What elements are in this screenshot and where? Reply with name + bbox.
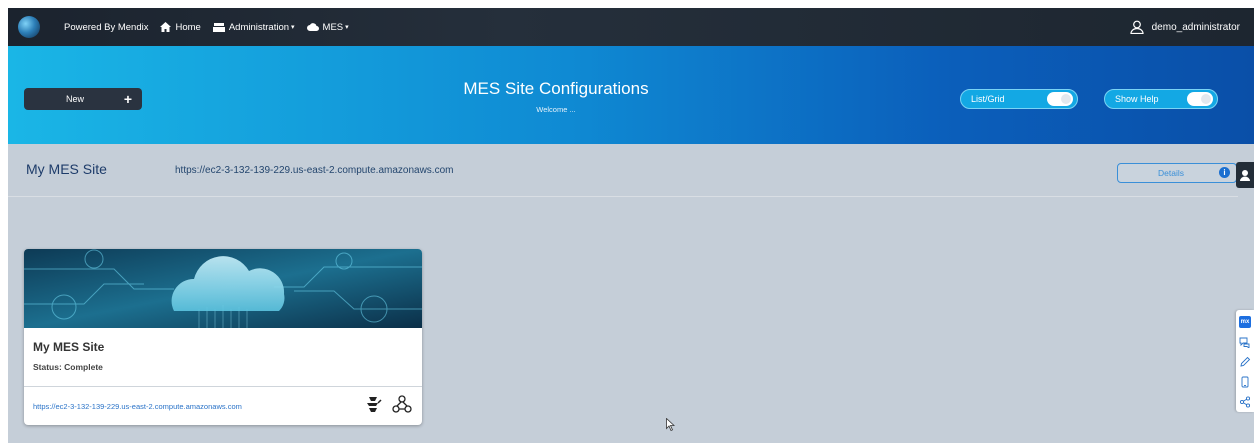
side-user-panel-tab[interactable]	[1236, 162, 1254, 188]
administration-icon	[212, 22, 225, 32]
nav-home-label: Home	[175, 21, 201, 33]
details-button[interactable]: Details i	[1117, 163, 1237, 183]
app-frame: Powered By Mendix Home Administration ▾ …	[8, 8, 1254, 443]
list-grid-toggle-label: List/Grid	[971, 94, 1005, 104]
mendix-tool-strip: mx	[1236, 310, 1254, 412]
page-subtitle: Welcome ...	[536, 105, 576, 114]
site-name: My MES Site	[26, 161, 107, 177]
powered-by-label: Powered By Mendix	[64, 21, 149, 33]
list-grid-toggle[interactable]: List/Grid	[960, 89, 1078, 109]
user-icon	[1130, 20, 1144, 34]
mx-logo-icon[interactable]: mx	[1239, 316, 1251, 328]
nav-administration-label: Administration	[228, 21, 290, 33]
show-help-toggle-label: Show Help	[1115, 94, 1159, 104]
chat-icon[interactable]	[1239, 336, 1251, 348]
network-topology-icon[interactable]	[392, 395, 412, 413]
page-title: MES Site Configurations	[463, 79, 649, 98]
nav-administration[interactable]: Administration ▾	[212, 21, 295, 33]
share-icon[interactable]	[1239, 396, 1251, 408]
site-url: https://ec2-3-132-139-229.us-east-2.comp…	[175, 165, 454, 176]
card-title: My MES Site	[33, 340, 105, 354]
site-card[interactable]: My MES Site Status: Complete https://ec2…	[24, 249, 422, 425]
user-icon	[1240, 170, 1250, 181]
home-icon	[160, 22, 172, 32]
nav-mes-label: MES	[322, 21, 344, 33]
user-name: demo_administrator	[1151, 21, 1240, 33]
card-divider	[24, 386, 422, 387]
show-help-toggle[interactable]: Show Help	[1104, 89, 1218, 109]
top-navbar: Powered By Mendix Home Administration ▾ …	[8, 8, 1254, 46]
page-header-banner: New + MES Site Configurations Welcome ..…	[8, 46, 1254, 144]
chevron-down-icon: ▾	[291, 24, 295, 31]
info-icon: i	[1219, 167, 1230, 178]
details-button-label: Details	[1158, 168, 1184, 178]
cloud-icon	[306, 23, 319, 31]
toggle-switch-icon	[1047, 92, 1073, 106]
site-info-bar: My MES Site https://ec2-3-132-139-229.us…	[8, 144, 1238, 197]
deploy-icon[interactable]	[364, 395, 382, 413]
status-badge: Status: Complete	[33, 362, 103, 372]
mobile-device-icon[interactable]	[1239, 376, 1251, 388]
nav-mes[interactable]: MES ▾	[306, 21, 349, 33]
mendix-logo-icon[interactable]	[18, 16, 40, 38]
card-site-link[interactable]: https://ec2-3-132-139-229.us-east-2.comp…	[33, 402, 242, 411]
pencil-icon[interactable]	[1239, 356, 1251, 368]
mouse-cursor-icon	[666, 418, 675, 431]
nav-home[interactable]: Home	[160, 21, 201, 33]
cloud-network-image	[24, 249, 422, 328]
chevron-down-icon: ▾	[345, 24, 349, 31]
user-menu[interactable]: demo_administrator	[1130, 8, 1240, 46]
toggle-switch-icon	[1187, 92, 1213, 106]
